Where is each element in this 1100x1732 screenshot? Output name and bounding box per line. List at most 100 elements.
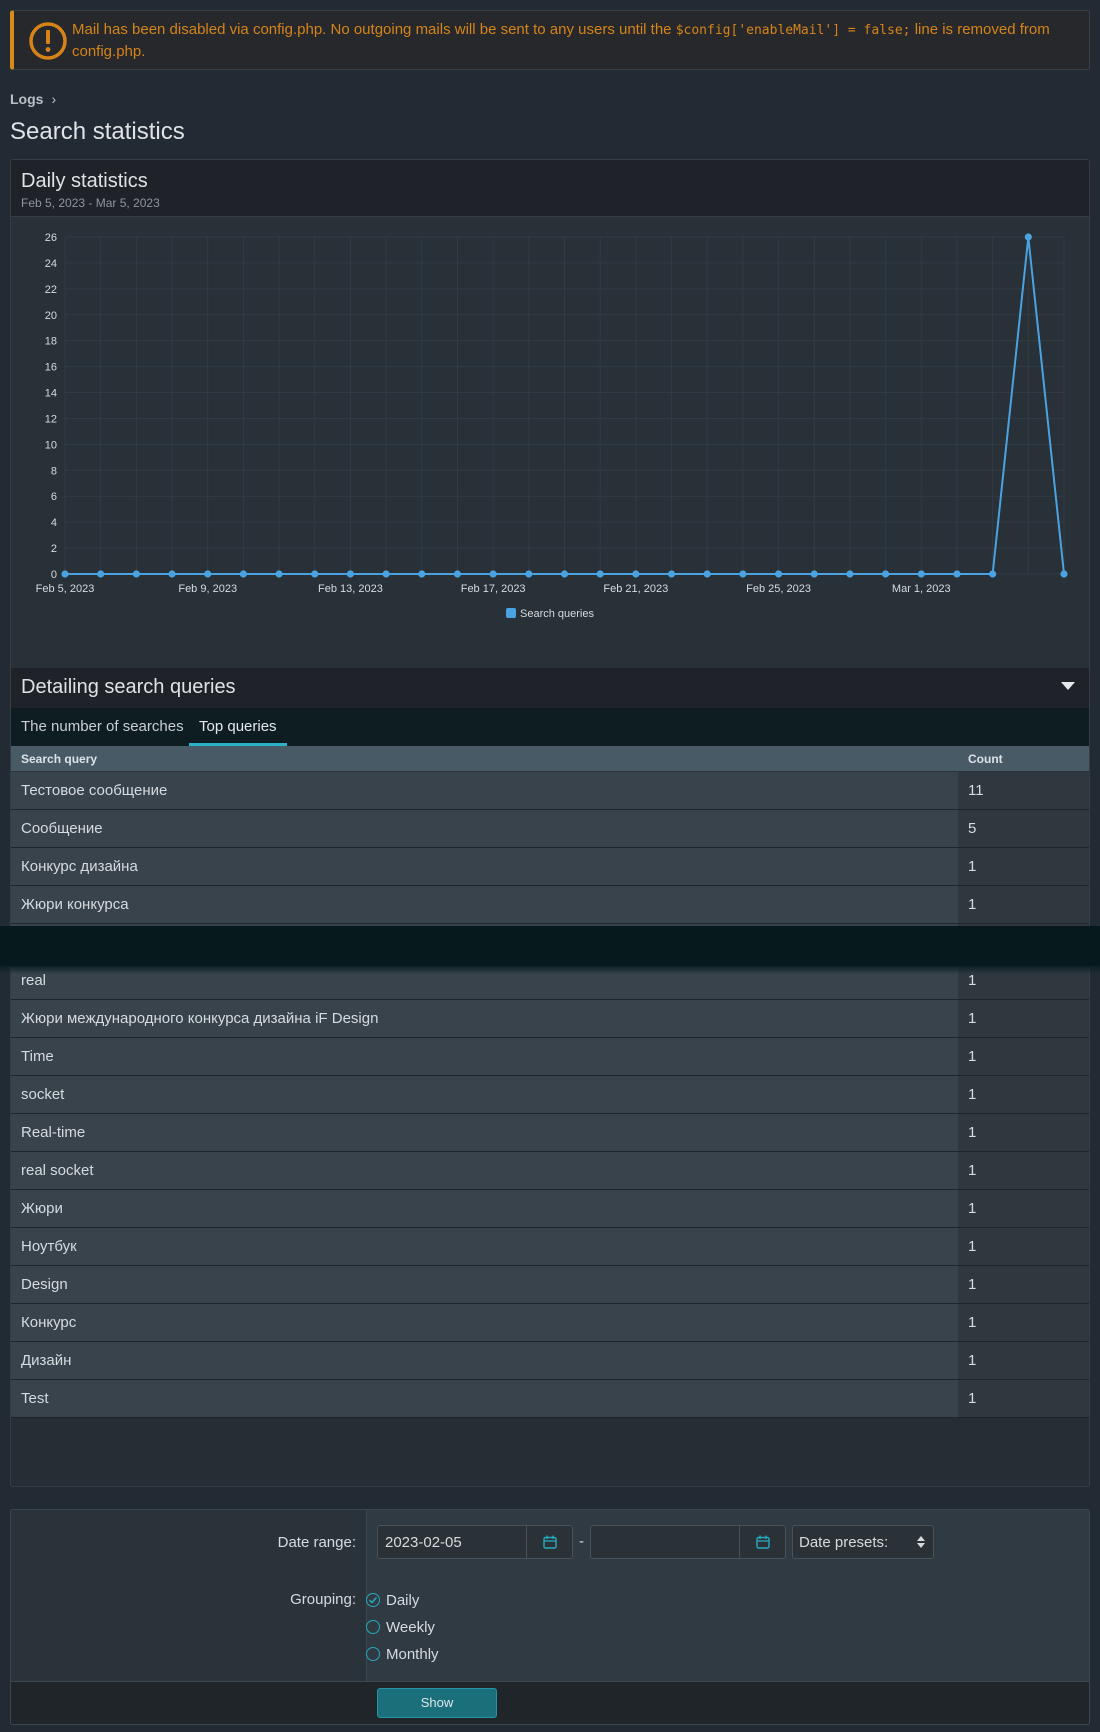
breadcrumb-logs[interactable]: Logs (10, 91, 43, 107)
select-arrows-icon (917, 1536, 925, 1548)
query-cell: socket (21, 1086, 65, 1103)
table-row: Сообщение 5 (11, 810, 1089, 848)
y-tick-label: 0 (51, 569, 57, 581)
count-cell: 11 (958, 772, 1089, 809)
count-value: 1 (968, 1314, 977, 1331)
notice-message: Mail has been disabled via config.php. N… (72, 21, 1050, 60)
query-cell: Сообщение (21, 820, 103, 837)
data-point (239, 570, 247, 578)
query-cell: Конкурс дизайна (21, 858, 138, 875)
query-cell: Test (21, 1390, 49, 1407)
table-row: Design 1 (11, 1266, 1089, 1304)
radio-unchecked-icon[interactable] (366, 1647, 380, 1661)
start-date-value[interactable]: 2023-02-05 (385, 1534, 462, 1551)
count-cell: 1 (958, 1342, 1089, 1379)
search-queries-chart: 0 2 4 6 8 10 12 14 16 18 20 22 24 26 Feb 5, 2023 Feb 9,… (11, 217, 1089, 668)
end-date-input[interactable] (590, 1525, 786, 1559)
x-tick-label: Feb 13, 2023 (318, 583, 383, 595)
data-point (703, 570, 711, 578)
daily-statistics-date-range: Feb 5, 2023 - Mar 5, 2023 (21, 196, 160, 210)
statistics-block: Daily statistics Feb 5, 2023 - Mar 5, 20… (10, 159, 1090, 1487)
y-tick-label: 2 (51, 543, 57, 555)
count-cell: 1 (958, 1038, 1089, 1075)
x-tick-label: Feb 5, 2023 (36, 583, 95, 595)
table-row: Ноутбук 1 (11, 1228, 1089, 1266)
count-cell: 1 (958, 1152, 1089, 1189)
count-value: 1 (968, 1010, 977, 1027)
tab-top-queries[interactable]: Top queries (189, 708, 287, 746)
end-date-calendar-button[interactable] (739, 1526, 785, 1558)
x-tick-label: Feb 17, 2023 (461, 583, 526, 595)
count-value: 11 (968, 782, 984, 799)
y-tick-label: 22 (45, 284, 57, 296)
breadcrumb[interactable]: Logs › (10, 91, 56, 107)
count-cell: 1 (958, 1380, 1089, 1417)
data-point (61, 570, 69, 578)
table-row: Жюри 1 (11, 1190, 1089, 1228)
y-tick-label: 6 (51, 491, 57, 503)
count-cell: 1 (958, 1076, 1089, 1113)
page-title: Search statistics (10, 118, 185, 145)
data-point (382, 570, 390, 578)
line-chart: 02468101214161820222426Feb 5, 2023 Feb 9,… (36, 232, 1068, 620)
table-row: Real-time 1 (11, 1114, 1089, 1152)
data-point (596, 570, 604, 578)
y-tick-label: 26 (45, 232, 57, 244)
calendar-icon (543, 1535, 557, 1549)
date-presets-select[interactable]: Date presets: (792, 1525, 934, 1559)
collapse-caret-icon[interactable] (1061, 682, 1075, 690)
detailing-header[interactable]: Detailing search queries (11, 668, 1089, 708)
data-point (132, 570, 140, 578)
count-value: 1 (968, 972, 977, 989)
y-tick-label: 8 (51, 465, 57, 477)
grouping-daily-label: Daily (386, 1592, 420, 1609)
count-value: 1 (968, 1124, 977, 1141)
count-value: 1 (968, 1390, 977, 1407)
y-tick-label: 20 (45, 310, 57, 322)
count-value: 1 (968, 1162, 977, 1179)
data-point (275, 570, 283, 578)
y-tick-label: 16 (45, 362, 57, 374)
count-value: 1 (968, 1238, 977, 1255)
start-date-input[interactable]: 2023-02-05 (377, 1525, 573, 1559)
data-point (525, 570, 533, 578)
query-cell: Жюри конкурса (21, 896, 129, 913)
data-point (882, 570, 890, 578)
query-cell: Time (21, 1048, 54, 1065)
overlay-shadow (0, 966, 1100, 974)
radio-checked-icon[interactable] (366, 1593, 380, 1607)
top-queries-table: Search query Count Тестовое сообщение 11 С… (11, 746, 1089, 1418)
data-point (204, 570, 212, 578)
count-value: 5 (968, 820, 977, 837)
x-tick-label: Feb 9, 2023 (178, 583, 237, 595)
start-date-calendar-button[interactable] (526, 1526, 572, 1558)
count-cell: 1 (958, 1190, 1089, 1227)
x-tick-label: Feb 21, 2023 (603, 583, 668, 595)
data-point (346, 570, 355, 578)
date-presets-label: Date presets: (799, 1534, 889, 1551)
data-point (1060, 570, 1068, 578)
daily-statistics-title: Daily statistics (21, 170, 148, 192)
y-tick-label: 12 (45, 413, 57, 425)
count-cell: 1 (958, 1114, 1089, 1151)
data-point (667, 570, 676, 578)
grouping-label: Grouping: (290, 1591, 356, 1608)
data-point (418, 570, 426, 578)
show-button[interactable]: Show (377, 1688, 497, 1718)
table-row: Конкурс 1 (11, 1304, 1089, 1342)
tab-number-of-searches[interactable]: The number of searches (21, 708, 184, 746)
count-value: 1 (968, 1048, 977, 1065)
data-point (489, 570, 497, 578)
table-row: Тестовое сообщение 11 (11, 772, 1089, 810)
radio-unchecked-icon[interactable] (366, 1620, 380, 1634)
query-cell: Ноутбук (21, 1238, 77, 1255)
table-row: Дизайн 1 (11, 1342, 1089, 1380)
table-row: Конкурс дизайна 1 (11, 848, 1089, 886)
mail-disabled-notice: Mail has been disabled via config.php. N… (10, 10, 1090, 70)
daily-statistics-header: Daily statistics Feb 5, 2023 - Mar 5, 20… (11, 160, 1089, 217)
date-separator: - (579, 1533, 584, 1550)
query-cell: Жюри международного конкурса дизайна iF … (21, 1010, 379, 1027)
data-point (560, 570, 569, 578)
warning-icon (29, 22, 67, 60)
table-row: Time 1 (11, 1038, 1089, 1076)
